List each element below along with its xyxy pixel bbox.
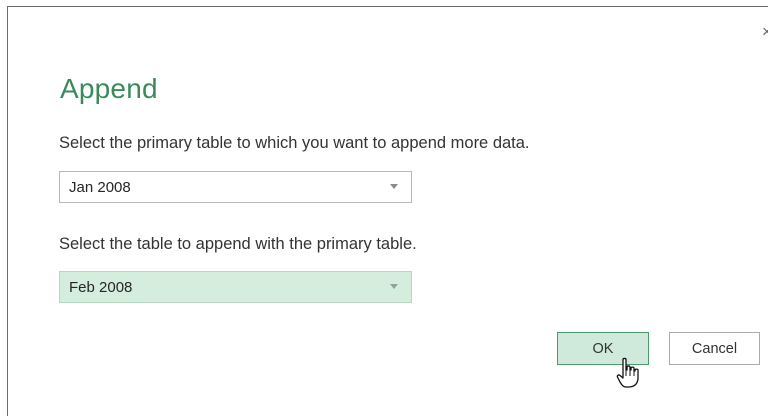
chevron-down-icon [390,184,398,189]
append-table-label: Select the table to append with the prim… [59,235,417,253]
primary-table-label: Select the primary table to which you wa… [59,134,530,152]
append-table-value: Feb 2008 [69,279,133,296]
chevron-down-icon [390,284,398,289]
primary-table-value: Jan 2008 [69,179,131,196]
append-table-dropdown[interactable]: Feb 2008 [59,271,412,303]
cancel-button[interactable]: Cancel [669,332,760,365]
dialog-title: Append [60,73,158,104]
primary-table-dropdown[interactable]: Jan 2008 [59,171,412,203]
close-icon[interactable]: × [759,23,768,40]
hand-pointer-icon [616,357,639,388]
append-dialog: × Append Select the primary table to whi… [7,6,768,416]
